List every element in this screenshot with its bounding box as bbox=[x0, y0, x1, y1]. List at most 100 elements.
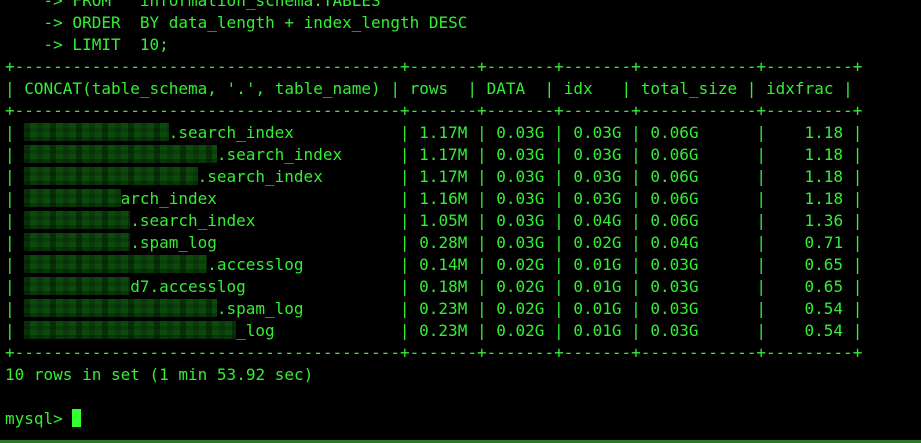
table-row: | d7.accesslog | 0.18M | 0.02G | 0.01G |… bbox=[5, 277, 863, 296]
redacted-schema-name bbox=[24, 233, 131, 251]
cell-idx: 0.01G bbox=[573, 255, 622, 274]
cell-idx: 0.03G bbox=[573, 167, 622, 186]
cell-idxfrac: 1.18 bbox=[775, 167, 844, 186]
cell-table-name: d7.accesslog bbox=[130, 277, 246, 296]
cell-rows: 0.23M bbox=[419, 299, 468, 318]
redacted-schema-name bbox=[24, 211, 131, 229]
cell-idx: 0.03G bbox=[573, 145, 622, 164]
cell-table-name: .accesslog bbox=[207, 255, 304, 274]
cell-idx: 0.02G bbox=[573, 233, 622, 252]
redacted-schema-name bbox=[24, 145, 217, 163]
cell-rows: 0.14M bbox=[419, 255, 468, 274]
cell-rows: 0.18M bbox=[419, 277, 468, 296]
cell-table-name: .search_index bbox=[168, 123, 294, 142]
redacted-schema-name bbox=[24, 321, 237, 339]
query-limit-line: -> LIMIT 10; bbox=[5, 35, 169, 54]
cell-total-size: 0.06G bbox=[650, 167, 747, 186]
cell-idxfrac: 1.18 bbox=[775, 145, 844, 164]
cell-idxfrac: 1.18 bbox=[775, 123, 844, 142]
mysql-prompt: mysql> bbox=[5, 409, 73, 428]
table-row: | .accesslog | 0.14M | 0.02G | 0.01G | 0… bbox=[5, 255, 863, 274]
cell-data: 0.02G bbox=[496, 255, 545, 274]
cell-data: 0.03G bbox=[496, 145, 545, 164]
redacted-schema-name bbox=[24, 123, 169, 141]
table-row: | .spam_log | 0.28M | 0.03G | 0.02G | 0.… bbox=[5, 233, 863, 252]
cell-idx: 0.01G bbox=[573, 299, 622, 318]
redacted-schema-name bbox=[24, 189, 121, 207]
cell-data: 0.03G bbox=[496, 123, 545, 142]
cell-total-size: 0.03G bbox=[650, 255, 747, 274]
cell-rows: 1.17M bbox=[419, 167, 468, 186]
table-row: | .spam_log | 0.23M | 0.02G | 0.01G | 0.… bbox=[5, 299, 863, 318]
redacted-schema-name bbox=[24, 167, 198, 185]
table-row: | .search_index | 1.17M | 0.03G | 0.03G … bbox=[5, 145, 863, 164]
cell-total-size: 0.06G bbox=[650, 145, 747, 164]
cell-total-size: 0.03G bbox=[650, 299, 747, 318]
cell-total-size: 0.06G bbox=[650, 211, 747, 230]
cell-rows: 1.05M bbox=[419, 211, 468, 230]
column-header-rows: rows bbox=[409, 79, 449, 98]
cell-idxfrac: 0.71 bbox=[775, 233, 844, 252]
column-header-idx: idx bbox=[563, 79, 593, 98]
cell-table-name: .spam_log bbox=[216, 299, 304, 318]
cell-data: 0.02G bbox=[496, 299, 545, 318]
cell-idxfrac: 0.65 bbox=[775, 255, 844, 274]
table-row: | .search_index | 1.17M | 0.03G | 0.03G … bbox=[5, 167, 863, 186]
cell-idx: 0.03G bbox=[573, 123, 622, 142]
cell-idx: 0.01G bbox=[573, 277, 622, 296]
table-row: | .search_index | 1.05M | 0.03G | 0.04G … bbox=[5, 211, 863, 230]
redacted-schema-name bbox=[24, 299, 217, 317]
text-cursor bbox=[72, 409, 82, 427]
cell-data: 0.03G bbox=[496, 211, 545, 230]
cell-table-name: .search_index bbox=[197, 167, 323, 186]
cell-idxfrac: 0.54 bbox=[775, 299, 844, 318]
terminal-window[interactable]: -> FROM information_schema.TABLES -> ORD… bbox=[0, 0, 921, 443]
redacted-schema-name bbox=[24, 277, 131, 295]
cell-data: 0.02G bbox=[496, 277, 545, 296]
terminal-output: -> FROM information_schema.TABLES -> ORD… bbox=[5, 0, 862, 430]
column-header-total-size: total_size bbox=[640, 79, 738, 98]
table-row: | .search_index | 1.17M | 0.03G | 0.03G … bbox=[5, 123, 863, 142]
cell-idxfrac: 1.36 bbox=[775, 211, 844, 230]
column-header-data: DATA bbox=[486, 79, 526, 98]
cell-rows: 0.28M bbox=[419, 233, 468, 252]
cell-table-name: .search_index bbox=[130, 211, 256, 230]
cell-idx: 0.04G bbox=[573, 211, 622, 230]
query-order-line: -> ORDER BY data_length + index_length D… bbox=[5, 13, 468, 32]
cell-data: 0.03G bbox=[496, 189, 545, 208]
table-border-header: +---------------------------------------… bbox=[5, 101, 863, 120]
cell-rows: 1.16M bbox=[419, 189, 468, 208]
cell-idxfrac: 0.54 bbox=[775, 321, 844, 340]
query-from-line: -> FROM information_schema.TABLES bbox=[5, 0, 381, 10]
prompt-line[interactable]: mysql> bbox=[5, 408, 862, 430]
cell-idxfrac: 1.18 bbox=[775, 189, 844, 208]
cell-table-name: .search_index bbox=[216, 145, 343, 164]
table-header-row: | CONCAT(table_schema, '.', table_name) … bbox=[5, 79, 853, 98]
result-summary: 10 rows in set (1 min 53.92 sec) bbox=[5, 365, 314, 384]
cell-idx: 0.01G bbox=[573, 321, 622, 340]
cell-data: 0.02G bbox=[496, 321, 545, 340]
cell-idxfrac: 0.65 bbox=[775, 277, 844, 296]
table-border-bottom: +---------------------------------------… bbox=[5, 343, 863, 362]
cell-total-size: 0.06G bbox=[650, 189, 747, 208]
column-header-concat: CONCAT(table_schema, '.', table_name) bbox=[24, 79, 381, 98]
table-border-top: +---------------------------------------… bbox=[5, 57, 863, 76]
cell-table-name: _log bbox=[236, 321, 275, 340]
cell-rows: 1.17M bbox=[419, 123, 468, 142]
table-row: | _log | 0.23M | 0.02G | 0.01G | 0.03G |… bbox=[5, 321, 863, 340]
cell-table-name: .spam_log bbox=[130, 233, 217, 252]
table-row: | arch_index | 1.16M | 0.03G | 0.03G | 0… bbox=[5, 189, 863, 208]
cell-rows: 0.23M bbox=[419, 321, 468, 340]
cell-data: 0.03G bbox=[496, 233, 545, 252]
cell-total-size: 0.03G bbox=[650, 277, 747, 296]
column-header-idxfrac: idxfrac bbox=[766, 79, 834, 98]
cell-total-size: 0.04G bbox=[650, 233, 747, 252]
redacted-schema-name bbox=[24, 255, 208, 273]
cell-rows: 1.17M bbox=[419, 145, 468, 164]
cell-table-name: arch_index bbox=[120, 189, 217, 208]
cell-idx: 0.03G bbox=[573, 189, 622, 208]
cell-data: 0.03G bbox=[496, 167, 545, 186]
table-body: | .search_index | 1.17M | 0.03G | 0.03G … bbox=[5, 122, 862, 342]
cell-total-size: 0.03G bbox=[650, 321, 747, 340]
